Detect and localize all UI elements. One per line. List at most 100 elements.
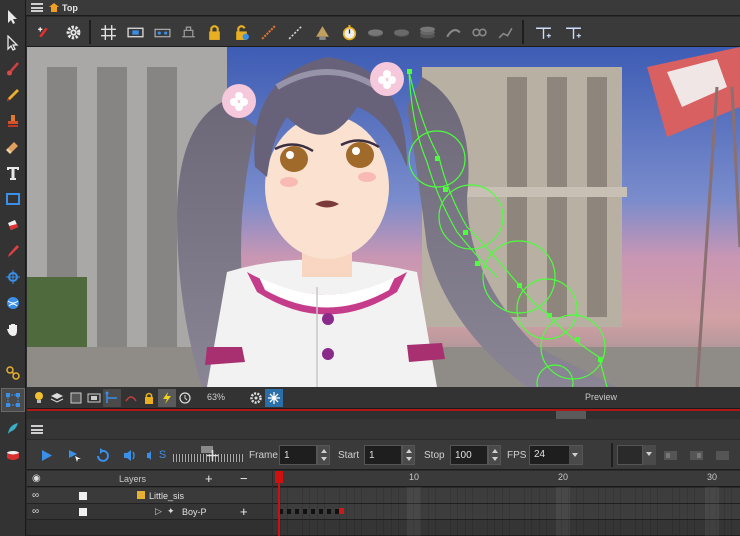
onion-tool-button[interactable] — [2, 444, 24, 466]
sound-scrub-toggle[interactable]: S — [145, 446, 167, 464]
brush-tool-button[interactable] — [2, 58, 24, 80]
add-pivot-alt-button[interactable] — [562, 21, 584, 43]
reset-view-button[interactable] — [176, 389, 194, 407]
render-preview-button[interactable] — [158, 389, 176, 407]
bone-tool-button[interactable] — [2, 362, 24, 384]
keyframe-strip[interactable] — [279, 509, 343, 514]
add-layer-icon[interactable]: + — [205, 471, 213, 486]
loop-button[interactable] — [93, 446, 111, 464]
add-layer-button[interactable] — [203, 446, 221, 464]
keyframe-marker[interactable] — [339, 508, 344, 514]
text-tool-button[interactable] — [2, 162, 24, 184]
safe-area-button[interactable] — [124, 21, 146, 43]
play-button[interactable] — [37, 446, 55, 464]
timeline-tool-button-1[interactable] — [661, 446, 679, 464]
tool-properties-button[interactable] — [62, 21, 84, 43]
eye-icon[interactable]: ∞ — [32, 490, 39, 501]
menu-icon[interactable] — [31, 3, 43, 12]
chevron-down-icon[interactable] — [643, 445, 656, 465]
layer-row[interactable]: ∞ ▷ ✦ Boy-P + — [27, 504, 272, 520]
layer-checkbox[interactable] — [79, 492, 87, 500]
camera-mask-button[interactable] — [85, 389, 103, 407]
deformer-button-1[interactable] — [364, 21, 386, 43]
pivot-tool-button[interactable] — [2, 266, 24, 288]
frame-row[interactable] — [273, 520, 740, 536]
timeline-splitter[interactable] — [27, 411, 740, 419]
select-tool-button[interactable] — [2, 6, 24, 28]
settings-button[interactable] — [247, 389, 265, 407]
kinematic-button[interactable] — [284, 21, 306, 43]
timeline-menu-icon[interactable] — [31, 425, 43, 434]
stop-input[interactable] — [451, 449, 487, 461]
fps-input[interactable] — [530, 446, 568, 463]
deformer-button-6[interactable] — [494, 21, 516, 43]
frame-row[interactable] — [273, 488, 740, 504]
stop-stepper[interactable] — [488, 445, 501, 465]
add-pivot-button[interactable] — [532, 21, 554, 43]
playhead-handle[interactable] — [275, 471, 283, 483]
strokes-button[interactable] — [122, 389, 140, 407]
frame-ruler[interactable]: 10 20 30 — [273, 471, 740, 487]
layer-checkbox[interactable] — [79, 508, 87, 516]
lock-button[interactable] — [203, 21, 225, 43]
layers-view-button[interactable] — [48, 389, 66, 407]
hand-tool-button[interactable] — [2, 318, 24, 340]
unlock-button[interactable] — [230, 21, 252, 43]
stopwatch-button[interactable] — [338, 21, 360, 43]
layer-color-swatch[interactable] — [617, 445, 643, 465]
breadcrumb-top[interactable]: Top — [62, 3, 78, 13]
eye-icon[interactable]: ∞ — [32, 506, 39, 517]
fps-dropdown[interactable] — [529, 445, 583, 465]
play-selection-button[interactable] — [65, 446, 83, 464]
contour-editor-tool-button[interactable] — [2, 32, 24, 54]
frame-button[interactable] — [67, 389, 85, 407]
deformer-button-2[interactable] — [390, 21, 412, 43]
remove-layer-icon[interactable]: − — [240, 471, 248, 486]
add-keyframe-icon[interactable]: + — [240, 504, 248, 519]
expand-arrow-icon[interactable]: ▷ — [155, 506, 162, 517]
layer-name[interactable]: Boy-P — [182, 507, 207, 517]
pencil-tool-button[interactable] — [2, 84, 24, 106]
deformer-button-4[interactable] — [442, 21, 464, 43]
frame-field[interactable] — [279, 445, 330, 465]
effects-button[interactable] — [265, 389, 283, 407]
stop-field[interactable] — [450, 445, 501, 465]
stamp-tool-button[interactable] — [2, 110, 24, 132]
start-stepper[interactable] — [402, 445, 415, 465]
cutter-tool-button[interactable] — [2, 418, 24, 440]
timeline-frames[interactable]: 10 20 30 — [273, 471, 740, 536]
layer-name[interactable]: Little_sis — [149, 491, 184, 501]
light-button[interactable] — [30, 389, 48, 407]
camera-viewport[interactable] — [27, 47, 740, 387]
timeline-tool-button-2[interactable] — [687, 446, 705, 464]
rectangle-tool-button[interactable] — [2, 188, 24, 210]
light-table-button[interactable] — [177, 21, 199, 43]
frame-input[interactable] — [280, 449, 316, 461]
deformer-button-5[interactable] — [468, 21, 490, 43]
onion-skin-button[interactable] — [151, 21, 173, 43]
frame-stepper[interactable] — [317, 445, 330, 465]
bone-display-button[interactable] — [257, 21, 279, 43]
chevron-down-icon[interactable] — [569, 446, 582, 464]
zoom-level[interactable]: 63% — [207, 392, 225, 402]
start-input[interactable] — [365, 449, 401, 461]
rig-tool-button[interactable] — [33, 21, 55, 43]
paint-tool-button[interactable] — [2, 214, 24, 236]
layer-row[interactable] — [27, 520, 272, 536]
timeline-tool-button-3[interactable] — [713, 446, 731, 464]
layer-row[interactable]: ∞ Little_sis — [27, 488, 272, 504]
sound-button[interactable] — [120, 446, 138, 464]
morph-tool-button[interactable] — [2, 292, 24, 314]
collapse-arrows[interactable] — [556, 411, 586, 419]
eraser-tool-button[interactable] — [2, 136, 24, 158]
frame-row[interactable] — [273, 504, 740, 520]
flip-button[interactable] — [311, 21, 333, 43]
lock-view-button[interactable] — [140, 389, 158, 407]
transform-tool-button[interactable] — [1, 388, 25, 412]
rig-view-button[interactable] — [103, 389, 121, 407]
dropper-tool-button[interactable] — [2, 240, 24, 262]
deformer-button-3[interactable] — [416, 21, 438, 43]
start-field[interactable] — [364, 445, 415, 465]
grid-button[interactable] — [97, 21, 119, 43]
home-icon[interactable] — [49, 3, 59, 12]
